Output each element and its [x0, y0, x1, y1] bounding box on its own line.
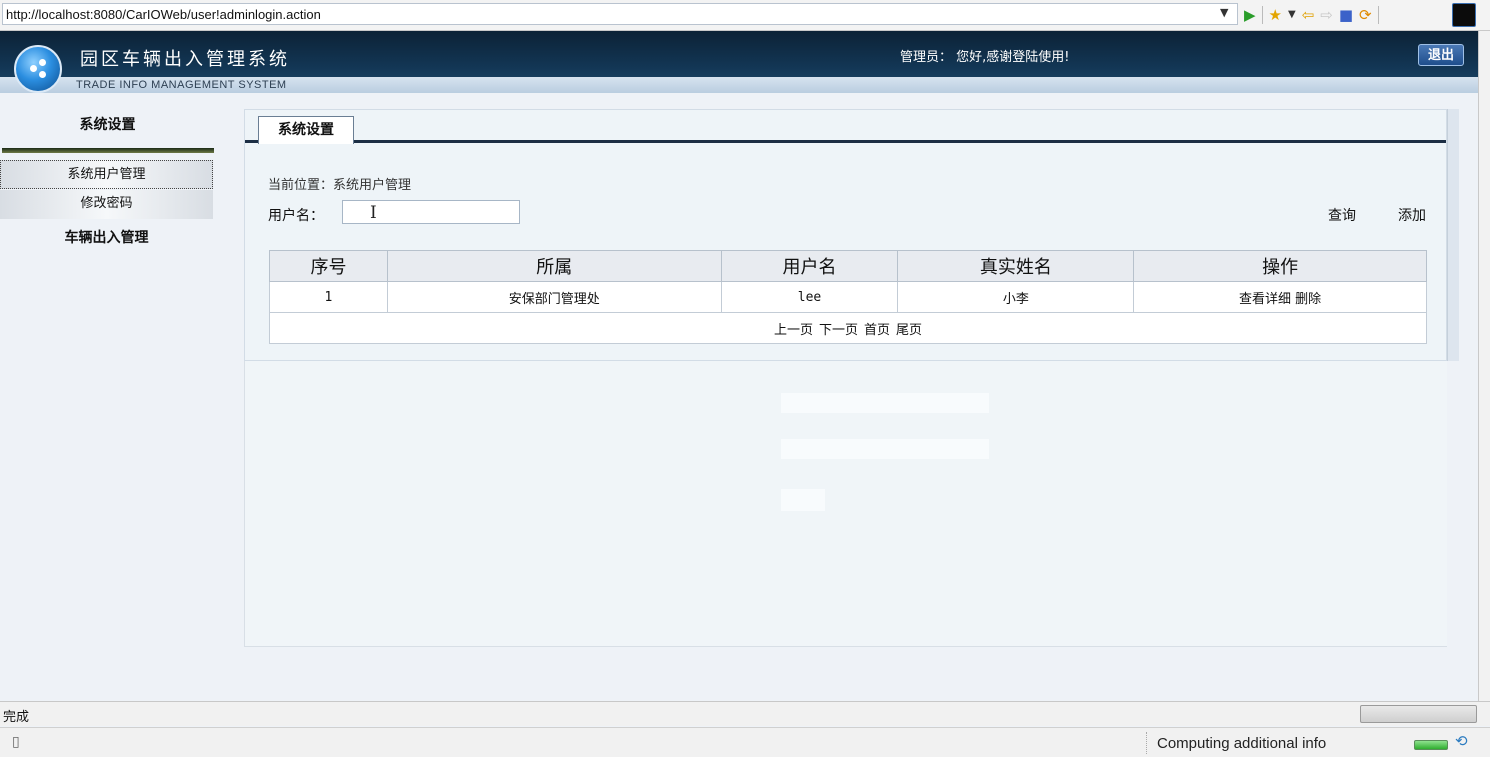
chevron-down-icon[interactable]: ▼ [1288, 5, 1296, 25]
pager-row: 上一页 下一页 首页 尾页 [269, 312, 1427, 344]
sync-icon[interactable]: ⟲ [1455, 732, 1468, 750]
cell-department: 安保部门管理处 [386, 281, 722, 313]
view-detail-link[interactable]: 查看详细 [1239, 292, 1291, 307]
toolbar-divider [1377, 6, 1379, 24]
delete-link[interactable]: 删除 [1295, 292, 1321, 307]
sidebar-heading-system[interactable]: 系统设置 [0, 114, 215, 134]
faint-artifact [781, 489, 825, 511]
last-page-link[interactable]: 尾页 [896, 323, 922, 338]
back-arrow-icon[interactable]: ⇦ [1302, 5, 1315, 25]
window-scrollbar[interactable] [1478, 31, 1490, 701]
status-divider [1146, 732, 1148, 754]
logout-button[interactable]: 退出 [1418, 44, 1464, 66]
breadcrumb: 当前位置：系统用户管理 [268, 178, 412, 193]
cell-realname: 小李 [897, 281, 1135, 313]
column-header-actions: 操作 [1133, 250, 1427, 282]
username-search-input[interactable] [342, 200, 520, 224]
add-link[interactable]: 添加 [1398, 205, 1426, 225]
chevron-down-icon[interactable]: ▼ [1220, 6, 1228, 19]
username-label: 用户名： [268, 208, 324, 224]
computing-info-text: Computing additional info [1157, 735, 1327, 752]
admin-greeting: 管理员： 您好,感谢登陆使用! [900, 50, 1070, 65]
toolbar-divider [1261, 6, 1263, 24]
panel-scrollbar[interactable] [1447, 109, 1459, 361]
column-header-department: 所属 [386, 250, 722, 282]
tab-underline [245, 140, 1446, 143]
app-subtitle: TRADE INFO MANAGEMENT SYSTEM [76, 79, 287, 91]
play-icon[interactable]: ▶ [1244, 5, 1256, 25]
browser-toolbar: http://localhost:8080/CarIOWeb/user!admi… [0, 0, 1490, 31]
tab-system-settings[interactable]: 系统设置 [258, 116, 354, 144]
toolbar-icons: ▶ ★ ▼ ⇦ ⇨ ■ ⟳ [1244, 4, 1379, 26]
app-title: 园区车辆出入管理系统 [80, 49, 290, 70]
cell-actions: 查看详细 删除 [1133, 281, 1427, 313]
status-text: 完成 [3, 710, 30, 725]
first-page-link[interactable]: 首页 [864, 323, 890, 338]
extension-icon[interactable] [1452, 3, 1476, 27]
app-header: 园区车辆出入管理系统 TRADE INFO MANAGEMENT SYSTEM … [0, 31, 1478, 93]
next-page-link[interactable]: 下一页 [819, 323, 858, 338]
main-panel: 系统设置 当前位置：系统用户管理 用户名： I 查询 添加 序号 所属 用户名 … [244, 109, 1447, 361]
pager: 上一页 下一页 首页 尾页 [269, 312, 1427, 344]
star-icon[interactable]: ★ [1269, 5, 1282, 25]
sidebar: 系统设置 系统用户管理 修改密码 车辆出入管理 [0, 100, 215, 660]
cell-username: lee [720, 281, 899, 313]
sidebar-heading-vehicle[interactable]: 车辆出入管理 [0, 227, 213, 247]
stop-icon[interactable]: ■ [1339, 5, 1353, 25]
refresh-icon[interactable]: ⟳ [1359, 5, 1372, 25]
cell-index: 1 [269, 281, 388, 313]
logo-icon [14, 45, 62, 93]
address-bar[interactable]: http://localhost:8080/CarIOWeb/user!admi… [2, 3, 1238, 25]
user-table: 序号 所属 用户名 真实姓名 操作 1 安保部门管理处 lee 小李 查看详细 … [269, 250, 1427, 344]
prev-page-link[interactable]: 上一页 [774, 323, 813, 338]
column-header-realname: 真实姓名 [897, 250, 1135, 282]
sidebar-item-user-management[interactable]: 系统用户管理 [0, 160, 213, 189]
column-header-username: 用户名 [720, 250, 899, 282]
content-area [244, 361, 1447, 647]
forward-arrow-icon[interactable]: ⇨ [1320, 5, 1333, 25]
progress-indicator [1360, 705, 1477, 723]
page-info-icon[interactable]: ▯ [12, 734, 20, 750]
battery-icon [1414, 740, 1448, 750]
query-link[interactable]: 查询 [1328, 205, 1356, 225]
table-row: 1 安保部门管理处 lee 小李 查看详细 删除 [269, 281, 1427, 313]
addon-bar: ▯ Computing additional info ⟲ [0, 727, 1490, 757]
faint-artifact [781, 393, 989, 413]
table-header-row: 序号 所属 用户名 真实姓名 操作 [269, 250, 1427, 282]
status-bar: 完成 [0, 701, 1490, 726]
sidebar-divider [2, 148, 214, 153]
column-header-index: 序号 [269, 250, 388, 282]
sidebar-item-change-password[interactable]: 修改密码 [0, 190, 213, 219]
faint-artifact [781, 439, 989, 459]
